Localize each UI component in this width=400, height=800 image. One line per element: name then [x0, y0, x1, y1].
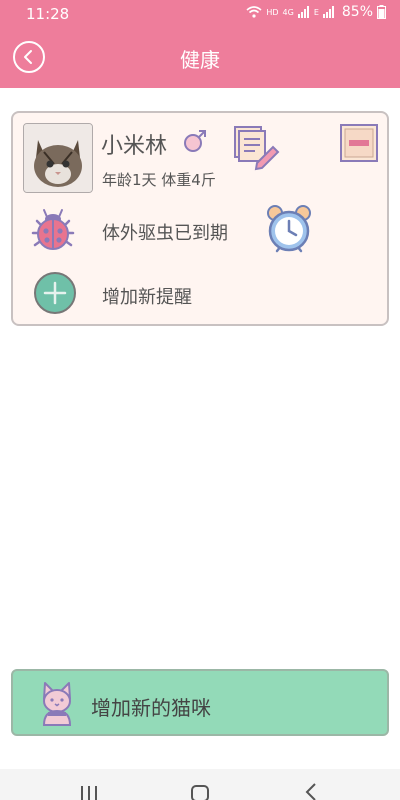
signal-icon	[297, 6, 309, 18]
pet-name: 小米林	[101, 134, 168, 159]
plus-circle-icon[interactable]	[33, 271, 77, 315]
pet-info: 年龄1天 体重4斤	[102, 171, 216, 189]
add-cat-button[interactable]: 增加新的猫咪	[11, 669, 389, 736]
status-time: 11:28	[26, 5, 70, 23]
bug-icon	[31, 209, 75, 250]
battery-icon	[377, 5, 386, 19]
edit-icon[interactable]	[233, 123, 281, 171]
page-title: 健康	[180, 48, 220, 72]
nav-back-icon[interactable]	[305, 783, 317, 800]
pet-avatar[interactable]	[23, 123, 93, 193]
status-icons: HD 4G E 85%	[246, 4, 386, 20]
network2-label: E	[313, 7, 319, 17]
home-icon[interactable]	[191, 785, 209, 800]
recent-apps-icon[interactable]	[80, 786, 98, 800]
cat-icon	[42, 682, 72, 726]
network-label: 4G	[282, 7, 294, 17]
alarm-clock-icon[interactable]	[265, 203, 313, 255]
add-reminder-button[interactable]: 增加新提醒	[102, 283, 192, 309]
add-cat-label: 增加新的猫咪	[91, 696, 211, 720]
app-header: 健康	[0, 26, 400, 88]
wifi-icon	[246, 6, 262, 18]
battery-percent: 85%	[341, 4, 373, 20]
status-bar: 11:28 HD 4G E 85%	[0, 0, 400, 26]
system-nav-bar	[0, 769, 400, 800]
signal2-icon	[322, 6, 334, 18]
pet-card[interactable]: 小米林 年龄1天 体重4斤 体外驱虫已到期 增加新提醒	[11, 111, 389, 326]
reminder-text: 体外驱虫已到期	[102, 223, 228, 244]
gender-icon	[184, 130, 206, 152]
cat-photo	[24, 124, 92, 192]
delete-icon[interactable]	[339, 123, 379, 163]
hd-label: HD	[266, 7, 279, 17]
